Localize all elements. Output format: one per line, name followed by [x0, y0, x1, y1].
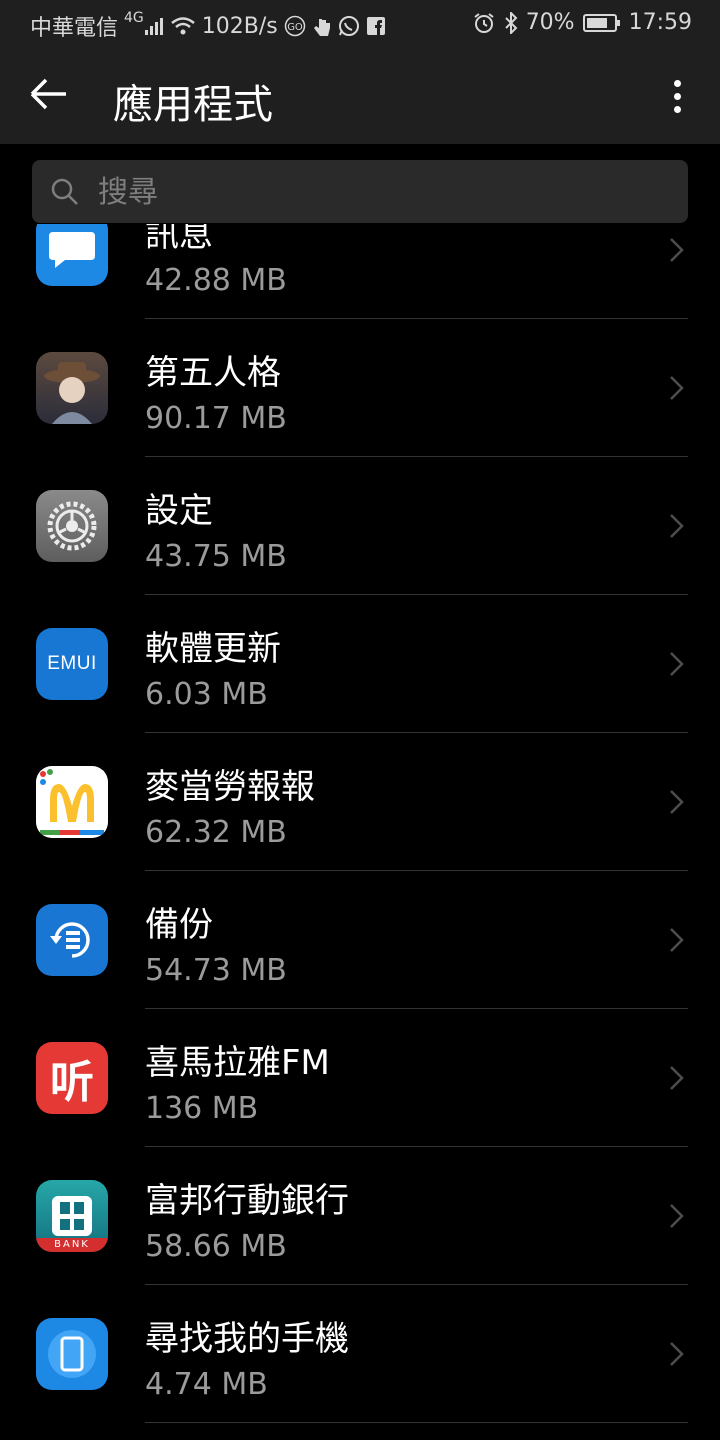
touch-icon [312, 15, 332, 37]
app-size: 54.73 MB [145, 953, 287, 988]
app-bar: 應用程式 [0, 50, 720, 144]
backup-icon [36, 904, 108, 976]
app-name: 設定 [145, 491, 213, 531]
app-row-software-update[interactable]: EMUI 軟體更新 6.03 MB [0, 595, 720, 733]
chevron-right-icon [670, 514, 684, 538]
find-my-phone-icon [36, 1318, 108, 1390]
battery-percent: 70% [525, 10, 575, 35]
app-row-find-my-phone[interactable]: 尋找我的手機 4.74 MB [0, 1285, 720, 1423]
alarm-icon [472, 11, 496, 35]
app-row-messages[interactable]: 訊息 42.88 MB [0, 224, 720, 319]
app-size: 58.66 MB [145, 1229, 287, 1264]
page-title: 應用程式 [113, 82, 273, 128]
app-row-fubon-bank[interactable]: BANK 富邦行動銀行 58.66 MB [0, 1147, 720, 1285]
app-size: 43.75 MB [145, 539, 287, 574]
wifi-icon [170, 16, 196, 36]
carrier-label: 中華電信 [30, 16, 119, 41]
ximalaya-logo-text: 听 [50, 1057, 94, 1108]
chevron-right-icon [670, 928, 684, 952]
status-bar: 中華電信 4G 102B/s GO 70% 17:59 [0, 0, 720, 50]
chevron-right-icon [670, 790, 684, 814]
clock: 17:59 [628, 10, 692, 35]
chevron-right-icon [670, 1066, 684, 1090]
app-name: 第五人格 [145, 353, 281, 393]
emui-logo-text: EMUI [47, 653, 97, 674]
search-bar[interactable] [32, 160, 688, 225]
app-size: 42.88 MB [145, 263, 287, 298]
app-name: 軟體更新 [145, 629, 281, 669]
back-button[interactable] [28, 74, 82, 120]
app-name: 訊息 [145, 224, 213, 255]
chevron-right-icon [670, 1204, 684, 1228]
whatsapp-icon [338, 15, 360, 37]
facebook-icon [366, 16, 386, 36]
app-row-identity-v[interactable]: 第五人格 90.17 MB [0, 319, 720, 457]
go-icon: GO [284, 15, 306, 37]
chevron-right-icon [670, 238, 684, 262]
app-list: 訊息 42.88 MB 第五人格 90.17 MB 設定 43.75 MB EM… [0, 224, 720, 1440]
app-row-mcdonalds[interactable]: 麥當勞報報 62.32 MB [0, 733, 720, 871]
identity-v-icon [36, 352, 108, 424]
search-input[interactable] [96, 160, 670, 225]
app-size: 4.74 MB [145, 1367, 268, 1402]
app-row-backup[interactable]: 備份 54.73 MB [0, 871, 720, 1009]
app-size: 136 MB [145, 1091, 259, 1126]
message-icon [36, 224, 108, 286]
app-size: 90.17 MB [145, 401, 287, 436]
signal-icon: 4G [124, 10, 164, 36]
app-name: 富邦行動銀行 [145, 1181, 349, 1221]
network-type-label: 4G [124, 10, 144, 26]
emui-icon: EMUI [36, 628, 108, 700]
divider [145, 1422, 688, 1423]
more-vert-icon [662, 80, 692, 113]
chevron-right-icon [670, 376, 684, 400]
settings-icon [36, 490, 108, 562]
app-size: 6.03 MB [145, 677, 268, 712]
bank-label: BANK [36, 1238, 108, 1252]
mcdonalds-icon [36, 766, 108, 838]
network-speed: 102B/s [201, 13, 278, 39]
chevron-right-icon [670, 652, 684, 676]
svg-text:GO: GO [287, 22, 303, 33]
battery-icon [582, 13, 621, 33]
app-size: 62.32 MB [145, 815, 287, 850]
app-name: 備份 [145, 905, 213, 945]
ximalaya-icon: 听 [36, 1042, 108, 1114]
app-name: 尋找我的手機 [145, 1319, 349, 1359]
chevron-right-icon [670, 1342, 684, 1366]
app-name: 喜馬拉雅FM [145, 1043, 330, 1083]
app-row-settings[interactable]: 設定 43.75 MB [0, 457, 720, 595]
fubon-bank-icon: BANK [36, 1180, 108, 1252]
app-name: 麥當勞報報 [145, 767, 315, 807]
search-icon [51, 178, 78, 205]
bluetooth-icon [504, 11, 518, 34]
app-row-ximalaya[interactable]: 听 喜馬拉雅FM 136 MB [0, 1009, 720, 1147]
more-options-button[interactable] [662, 76, 692, 118]
arrow-back-icon [30, 78, 66, 110]
